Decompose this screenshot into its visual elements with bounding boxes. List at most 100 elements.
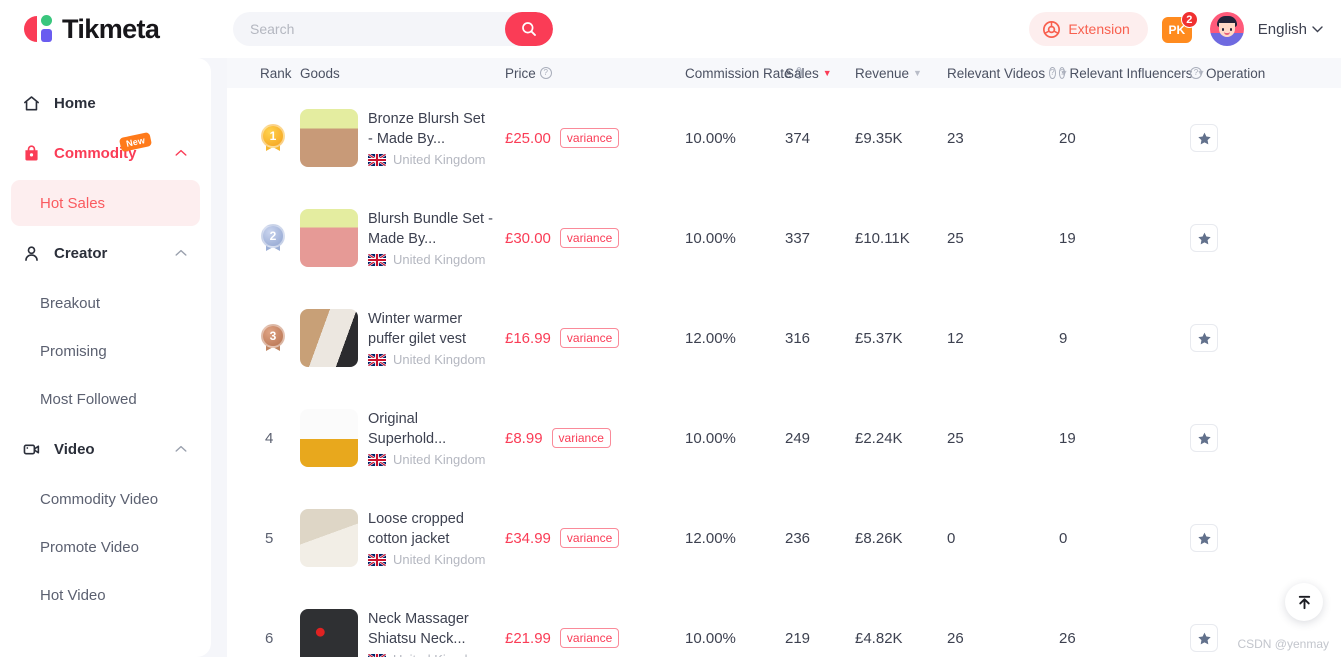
column-header-revenue[interactable]: Revenue ▼ [855, 66, 947, 81]
favorite-button[interactable] [1190, 624, 1218, 652]
rank-value: 3 [261, 324, 285, 348]
top-bar: Tikmeta Extension PK 2 [0, 0, 1341, 58]
search-button[interactable] [505, 12, 553, 46]
product-thumbnail[interactable] [300, 109, 358, 167]
cell-relevant-influencers: 0 [1059, 529, 1068, 547]
table-row[interactable]: 2 Blursh Bundle Set - Made By... United Ki… [227, 188, 1341, 288]
product-thumbnail[interactable] [300, 609, 358, 657]
column-label: Rank [260, 65, 292, 81]
sidebar-item-most-followed[interactable]: Most Followed [11, 376, 200, 422]
favorite-button[interactable] [1190, 224, 1218, 252]
chevron-up-icon[interactable] [175, 244, 187, 262]
variance-tag[interactable]: variance [559, 528, 620, 548]
product-thumbnail[interactable] [300, 209, 358, 267]
column-label: Relevant Videos [947, 65, 1046, 81]
cell-goods[interactable]: Loose cropped cotton jacket United Kingdo… [300, 509, 505, 567]
sidebar: Home Commodity New Hot Sales Creator Breakout… [0, 58, 211, 657]
chevron-down-icon [1312, 25, 1323, 32]
info-icon[interactable]: ? [1059, 67, 1066, 79]
product-name: Loose cropped cotton jacket [368, 511, 464, 547]
avatar[interactable] [1209, 12, 1244, 46]
scroll-to-top-button[interactable] [1285, 583, 1323, 621]
column-header-influencers[interactable]: ? Relevant Influencers ▼ [1059, 66, 1205, 81]
sidebar-item-breakout[interactable]: Breakout [11, 280, 200, 326]
column-header-price[interactable]: Price? [505, 66, 685, 81]
table-row[interactable]: 1 Bronze Blursh Set - Made By... United Ki… [227, 88, 1341, 188]
sidebar-group-video[interactable]: Video [0, 424, 211, 474]
product-price: £30.00 [505, 229, 551, 247]
sidebar-item-hot-sales[interactable]: Hot Sales [11, 180, 200, 226]
column-header-rank[interactable]: Rank [260, 66, 300, 81]
cell-sales: 249 [785, 429, 811, 447]
sidebar-group-label: Creator [54, 244, 108, 262]
info-icon[interactable]: ? [539, 67, 552, 79]
extension-button[interactable]: Extension [1029, 12, 1148, 46]
cell-goods[interactable]: Bronze Blursh Set - Made By... United Kin… [300, 109, 505, 167]
cell-relevant-videos: 26 [947, 629, 964, 647]
cell-rank: 4 [260, 430, 300, 447]
product-thumbnail[interactable] [300, 509, 358, 567]
search-bar[interactable] [233, 12, 553, 46]
table-row[interactable]: 4 Original Superhold... United Kingdom £8.9… [227, 388, 1341, 488]
sidebar-item-promising[interactable]: Promising [11, 328, 200, 374]
extension-label: Extension [1068, 21, 1130, 37]
column-label: Operation [1206, 65, 1266, 81]
column-label: Goods [300, 65, 340, 81]
chevron-up-icon[interactable] [175, 440, 187, 458]
hot-sales-table: Rank Goods Price? Commission Rate? Sales ▼ Rev… [227, 58, 1341, 657]
column-header-commission[interactable]: Commission Rate? [685, 66, 802, 81]
sidebar-group-commodity[interactable]: Commodity New [0, 128, 211, 178]
pk-notification-count: 2 [1180, 11, 1198, 28]
scroll-to-top-icon [1298, 595, 1310, 609]
pk-button[interactable]: PK 2 [1161, 11, 1198, 46]
chrome-icon [1043, 20, 1061, 38]
variance-tag[interactable]: variance [551, 428, 611, 448]
favorite-button[interactable] [1190, 124, 1218, 152]
search-input[interactable] [233, 21, 505, 37]
sidebar-group-creator[interactable]: Creator [0, 228, 211, 278]
brand-logo[interactable]: Tikmeta [24, 13, 160, 45]
product-price: £34.99 [505, 529, 551, 547]
brand-name: Tikmeta [62, 13, 160, 44]
cell-goods[interactable]: Winter warmer puffer gilet vest United Ki… [300, 309, 505, 367]
variance-tag[interactable]: variance [559, 128, 620, 148]
rank-value: 2 [261, 224, 285, 248]
star-icon [1197, 332, 1211, 344]
table-row[interactable]: 6 Neck Massager Shiatsu Neck... United Kin… [227, 588, 1341, 657]
favorite-button[interactable] [1190, 424, 1218, 452]
cell-goods[interactable]: Neck Massager Shiatsu Neck... United King… [300, 609, 505, 657]
sort-caret-revenue[interactable]: ▼ [913, 68, 922, 78]
column-header-sales[interactable]: Sales ▼ [785, 66, 855, 81]
video-icon [22, 440, 44, 459]
favorite-button[interactable] [1190, 524, 1218, 552]
variance-tag[interactable]: variance [559, 628, 620, 648]
sidebar-group-home[interactable]: Home [0, 78, 211, 128]
favorite-button[interactable] [1190, 324, 1218, 352]
table-row[interactable]: 3 Winter warmer puffer gilet vest United K… [227, 288, 1341, 388]
column-header-videos[interactable]: Relevant Videos? ▼ [947, 65, 1068, 81]
language-selector[interactable]: English [1258, 21, 1323, 38]
chevron-up-icon [175, 445, 187, 452]
sidebar-item-commodity-video[interactable]: Commodity Video [11, 476, 200, 522]
column-label: Revenue [855, 65, 910, 81]
info-icon[interactable]: ? [1049, 67, 1056, 79]
sidebar-item-label: Breakout [40, 294, 101, 312]
info-icon[interactable]: ? [1190, 67, 1202, 79]
chevron-up-icon[interactable] [175, 144, 187, 162]
sort-caret-sales[interactable]: ▼ [823, 68, 832, 78]
product-thumbnail[interactable] [300, 309, 358, 367]
column-header-operation[interactable]: ? Operation [1190, 66, 1270, 81]
rank-medal-bronze: 3 [260, 322, 286, 354]
variance-tag[interactable]: variance [559, 228, 620, 248]
product-thumbnail[interactable] [300, 409, 358, 467]
sidebar-item-promote-video[interactable]: Promote Video [11, 524, 200, 570]
table-row[interactable]: 5 Loose cropped cotton jacket United Kingd… [227, 488, 1341, 588]
cell-goods[interactable]: Original Superhold... United Kingdom [300, 409, 505, 467]
cell-goods[interactable]: Blursh Bundle Set - Made By... United Kin… [300, 209, 505, 267]
cell-price: £30.00 variance [505, 228, 685, 248]
cell-price: £34.99 variance [505, 528, 685, 548]
sidebar-item-hot-video[interactable]: Hot Video [11, 572, 200, 618]
column-header-goods[interactable]: Goods [300, 66, 505, 81]
cell-rank: 1 [260, 122, 300, 154]
variance-tag[interactable]: variance [559, 328, 620, 348]
